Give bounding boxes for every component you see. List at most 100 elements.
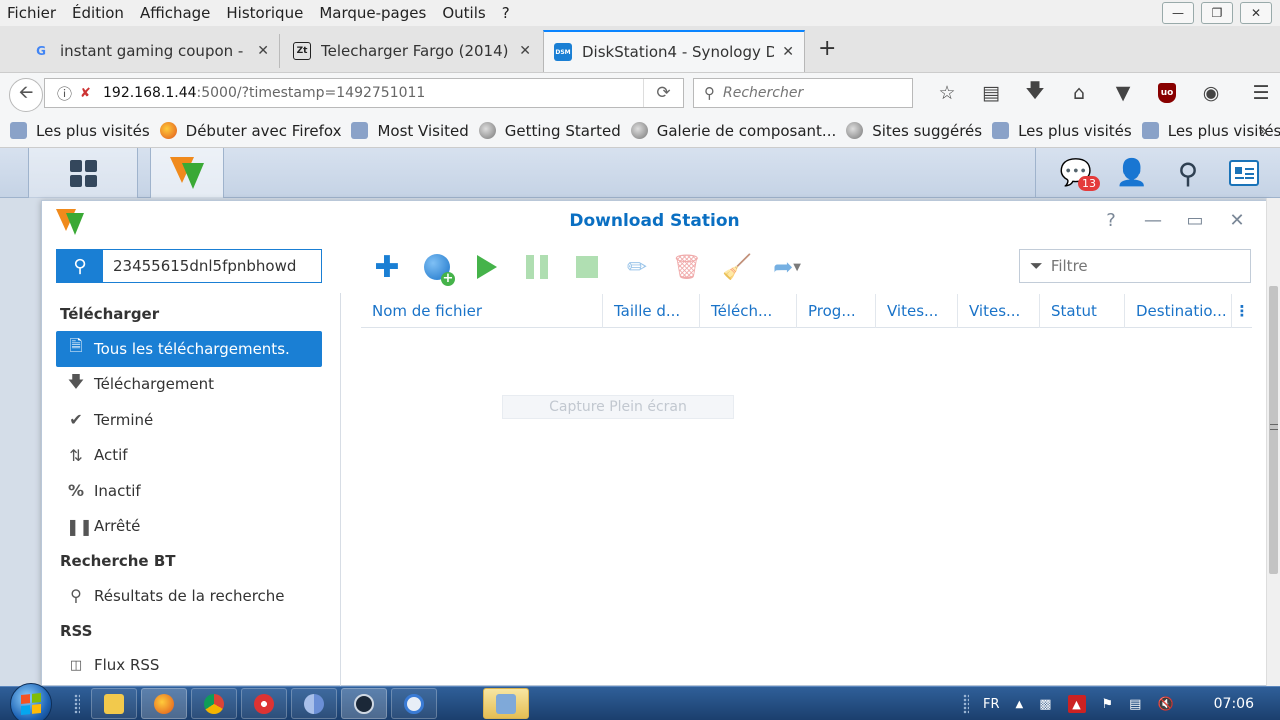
taskbar-steam[interactable] bbox=[341, 688, 387, 719]
start-button[interactable] bbox=[10, 683, 52, 720]
add-download-button[interactable]: ✚ bbox=[362, 249, 412, 285]
scrollbar-thumb[interactable] bbox=[1269, 286, 1278, 574]
pause-button[interactable] bbox=[512, 249, 562, 285]
new-tab-button[interactable]: + bbox=[818, 36, 836, 61]
tray-app-icon[interactable]: ▩ bbox=[1039, 697, 1051, 712]
system-clock[interactable]: 07:06 bbox=[1214, 696, 1254, 712]
minimize-icon[interactable]: — bbox=[1143, 209, 1163, 231]
sidebar-item-search-results[interactable]: ⚲ Résultats de la recherche bbox=[56, 578, 322, 614]
ublock-icon[interactable]: uo bbox=[1145, 79, 1189, 107]
search-icon[interactable]: ⚲ bbox=[1172, 157, 1204, 190]
info-icon[interactable]: ⓘ bbox=[57, 83, 72, 104]
sidebar-item-downloading[interactable]: 🡇 Téléchargement bbox=[56, 367, 322, 403]
menu-affichage[interactable]: Affichage bbox=[132, 4, 218, 22]
menu-edition[interactable]: Édition bbox=[64, 4, 132, 22]
bookmark-item[interactable]: Les plus visités bbox=[992, 122, 1132, 140]
tab-fargo[interactable]: Zt Telecharger Fargo (2014) - Sé ✕ bbox=[283, 34, 541, 68]
filter-box: ⏷ bbox=[1019, 249, 1251, 283]
menu-marque-pages[interactable]: Marque-pages bbox=[311, 4, 434, 22]
taskbar-explorer[interactable] bbox=[91, 688, 137, 719]
network-icon[interactable]: ▤ bbox=[1129, 697, 1141, 712]
bookmark-item[interactable]: Débuter avec Firefox bbox=[159, 122, 341, 140]
column-header-downloaded[interactable]: Téléch... bbox=[700, 293, 797, 328]
taskbar-app-chrome-alt[interactable] bbox=[291, 688, 337, 719]
reload-icon[interactable]: ⟳ bbox=[643, 79, 683, 107]
language-indicator[interactable]: FR bbox=[983, 697, 1000, 712]
column-header-upload-speed[interactable]: Vites... bbox=[958, 293, 1040, 328]
bookmark-item[interactable]: Sites suggérés bbox=[846, 122, 982, 140]
taskbar-app-globe[interactable] bbox=[241, 688, 287, 719]
url-bar[interactable]: ⓘ ✘ 192.168.1.44 :5000/?timestamp=149275… bbox=[44, 78, 684, 108]
help-icon[interactable]: ? bbox=[1101, 209, 1121, 231]
notifications-button[interactable]: 💬 13 bbox=[1060, 157, 1100, 191]
extension-icon[interactable]: ◉ bbox=[1189, 79, 1233, 107]
menu-help[interactable]: ? bbox=[494, 4, 518, 22]
sidebar-item-completed[interactable]: ✔ Terminé bbox=[56, 402, 322, 438]
page-scrollbar[interactable] bbox=[1266, 198, 1280, 686]
tab-diskstation[interactable]: DSM DiskStation4 - Synology Disk ✕ bbox=[543, 30, 805, 72]
resume-button[interactable] bbox=[462, 249, 512, 285]
column-header-destination[interactable]: Destinatio... bbox=[1125, 293, 1232, 328]
close-icon[interactable]: ✕ bbox=[1227, 209, 1247, 231]
chevron-right-icon[interactable]: » bbox=[1259, 122, 1268, 140]
sidebar-item-all-downloads[interactable]: 🗎 Tous les téléchargements. bbox=[56, 331, 322, 367]
share-button[interactable]: ➦ ▼ bbox=[762, 249, 812, 285]
column-header-download-speed[interactable]: Vites... bbox=[876, 293, 958, 328]
taskbar-chrome[interactable] bbox=[191, 688, 237, 719]
sidebar-item-active[interactable]: ⇅ Actif bbox=[56, 438, 322, 474]
bookmark-item[interactable]: Getting Started bbox=[478, 122, 621, 140]
taskbar-app-search[interactable] bbox=[391, 688, 437, 719]
column-header-status[interactable]: Statut bbox=[1040, 293, 1125, 328]
user-icon[interactable]: 👤 bbox=[1116, 157, 1148, 189]
column-menu-icon[interactable]: ⋮ bbox=[1232, 302, 1252, 320]
widgets-button[interactable] bbox=[1228, 157, 1260, 189]
bookmark-star-icon[interactable]: ☆ bbox=[925, 79, 969, 107]
search-bar[interactable]: ⚲ bbox=[693, 78, 913, 108]
antivirus-icon[interactable]: ▲ bbox=[1067, 695, 1086, 713]
clear-completed-button[interactable]: 🧹 bbox=[712, 249, 762, 285]
close-tab-icon[interactable]: ✕ bbox=[257, 43, 269, 59]
minimize-window-button[interactable]: — bbox=[1162, 2, 1194, 24]
sidebar-item-rss-feeds[interactable]: ◫ Flux RSS bbox=[56, 648, 322, 684]
sidebar-item-label: Téléchargement bbox=[94, 375, 215, 394]
volume-muted-icon[interactable]: 🔇 bbox=[1157, 697, 1173, 712]
main-menu-button[interactable] bbox=[28, 148, 138, 198]
sidebar-item-stopped[interactable]: ❚❚ Arrêté bbox=[56, 509, 322, 545]
menu-fichier[interactable]: Fichier bbox=[0, 4, 64, 22]
action-center-flag-icon[interactable]: ⚑ bbox=[1102, 697, 1114, 712]
bookmark-item[interactable]: Most Visited bbox=[351, 122, 469, 140]
close-tab-icon[interactable]: ✕ bbox=[519, 43, 531, 59]
close-tab-icon[interactable]: ✕ bbox=[782, 44, 794, 60]
menu-outils[interactable]: Outils bbox=[434, 4, 493, 22]
edit-button[interactable]: ✏ bbox=[612, 249, 662, 285]
pocket-icon[interactable]: ▼ bbox=[1101, 79, 1145, 107]
reading-list-icon[interactable]: ▤ bbox=[969, 79, 1013, 107]
add-url-button[interactable] bbox=[412, 249, 462, 286]
download-station-taskbar-button[interactable] bbox=[150, 148, 224, 198]
back-button[interactable]: 🡨 bbox=[9, 78, 43, 112]
taskbar-firefox[interactable] bbox=[141, 688, 187, 719]
search-button[interactable]: ⚲ bbox=[57, 250, 103, 282]
delete-button[interactable]: 🗑 bbox=[662, 249, 712, 285]
restore-window-button[interactable]: ❐ bbox=[1201, 2, 1233, 24]
insecure-icon[interactable]: ✘ bbox=[80, 86, 91, 101]
downloads-icon[interactable]: 🡇 bbox=[1013, 79, 1057, 107]
home-icon[interactable]: ⌂ bbox=[1057, 79, 1101, 107]
show-hidden-icons-icon[interactable]: ▲ bbox=[1016, 699, 1024, 710]
tab-instant-gaming[interactable]: G instant gaming coupon - Rec ✕ bbox=[22, 34, 280, 68]
stop-button[interactable] bbox=[562, 249, 612, 285]
bookmark-item[interactable]: Les plus visités bbox=[10, 122, 150, 140]
column-header-size[interactable]: Taille d... bbox=[603, 293, 700, 328]
hamburger-menu-icon[interactable]: ☰ bbox=[1239, 79, 1280, 107]
menu-historique[interactable]: Historique bbox=[218, 4, 311, 22]
search-input[interactable] bbox=[723, 85, 893, 101]
column-header-filename[interactable]: Nom de fichier bbox=[361, 293, 603, 328]
filter-input[interactable] bbox=[1050, 257, 1231, 275]
maximize-icon[interactable]: ▭ bbox=[1185, 209, 1205, 231]
column-header-progress[interactable]: Prog... bbox=[797, 293, 876, 328]
bookmark-item[interactable]: Galerie de composant... bbox=[630, 122, 836, 140]
close-window-button[interactable]: ✕ bbox=[1240, 2, 1272, 24]
taskbar-app-active[interactable] bbox=[483, 688, 529, 719]
download-search-input[interactable] bbox=[103, 250, 321, 282]
sidebar-item-inactive[interactable]: % Inactif bbox=[56, 473, 322, 509]
